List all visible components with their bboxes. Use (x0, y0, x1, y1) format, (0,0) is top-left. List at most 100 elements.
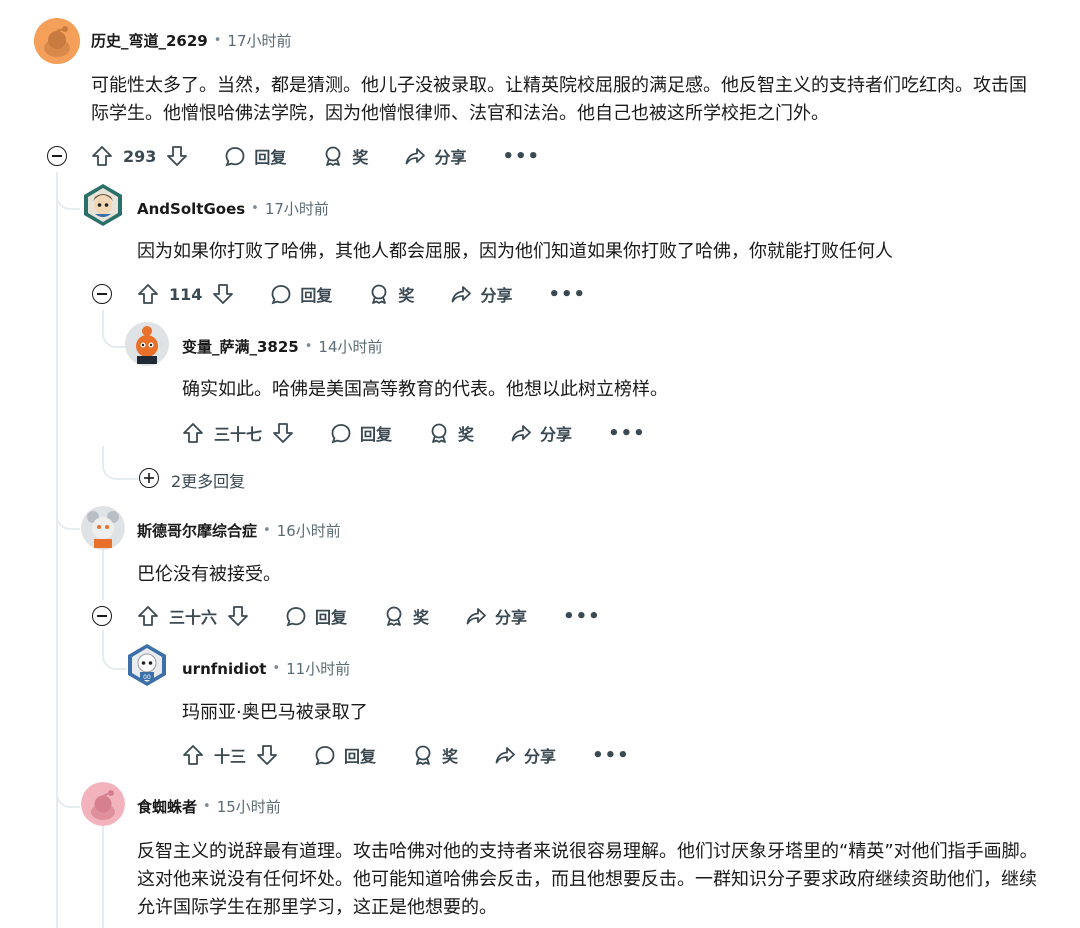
separator-dot: • (272, 661, 281, 676)
avatar[interactable] (81, 506, 125, 550)
username[interactable]: 变量_萨满_3825 (182, 336, 299, 357)
vote-count: 三十七 (214, 425, 263, 444)
timestamp: 16小时前 (276, 522, 341, 540)
vote-count: 十三 (214, 747, 247, 766)
downvote-icon[interactable] (166, 145, 188, 167)
collapse-toggle[interactable] (47, 146, 67, 166)
share-icon (452, 286, 472, 303)
avatar[interactable] (125, 322, 169, 366)
share-icon (466, 608, 486, 625)
separator-dot: • (304, 339, 313, 354)
upvote-icon[interactable] (137, 283, 159, 305)
more-options-button[interactable]: ••• (608, 423, 646, 444)
more-options-button[interactable]: ••• (548, 284, 586, 305)
timestamp: 11小时前 (286, 660, 351, 678)
share-button[interactable]: 分享 (494, 743, 556, 767)
username[interactable]: 历史_弯道_2629 (91, 30, 208, 51)
vote-group: 十三 (182, 743, 278, 767)
upvote-icon[interactable] (137, 605, 159, 627)
award-button[interactable]: 奖 (322, 144, 368, 168)
vote-group: 114 (137, 283, 234, 305)
reply-button[interactable]: 回复 (285, 604, 347, 628)
more-options-button[interactable]: ••• (592, 745, 630, 766)
comment-actions: 114 回复 奖 分享 ••• (137, 280, 586, 308)
reply-button[interactable]: 回复 (330, 421, 392, 445)
comment-actions: 十三 回复 奖 分享 ••• (182, 741, 630, 769)
share-icon (406, 148, 426, 165)
comment-meta: 历史_弯道_2629 • 17小时前 (91, 30, 292, 51)
comment-actions: 293 回复 奖 分享 ••• (91, 142, 540, 170)
comment-meta: urnfnidiot • 11小时前 (182, 658, 350, 679)
collapse-toggle[interactable] (92, 606, 112, 626)
comment-body: 确实如此。哈佛是美国高等教育的代表。他想以此树立榜样。 (182, 379, 668, 400)
upvote-icon[interactable] (91, 145, 113, 167)
thread-line-level2 (102, 550, 104, 600)
username[interactable]: 食蜘蛛者 (137, 796, 197, 817)
award-icon (431, 423, 447, 443)
timestamp: 14小时前 (318, 338, 383, 356)
award-icon (386, 606, 402, 626)
share-icon (495, 747, 515, 764)
downvote-icon[interactable] (256, 744, 278, 766)
more-replies-link[interactable]: 2更多回复 (171, 468, 245, 492)
thread-connector (102, 446, 138, 480)
vote-count: 293 (123, 146, 157, 166)
comment-meta: 斯德哥尔摩综合症 • 16小时前 (137, 520, 341, 541)
vote-group: 三十七 (182, 421, 294, 445)
comment-meta: AndSoltGoes • 17小时前 (137, 198, 329, 219)
collapse-toggle[interactable] (92, 284, 112, 304)
more-options-button[interactable]: ••• (563, 606, 601, 627)
comment-meta: 食蜘蛛者 • 15小时前 (137, 796, 281, 817)
award-button[interactable]: 奖 (368, 282, 414, 306)
username[interactable]: urnfnidiot (182, 660, 266, 678)
reply-button[interactable]: 回复 (270, 282, 332, 306)
svg-text:00: 00 (143, 674, 151, 681)
comment-body: 因为如果你打败了哈佛，其他人都会屈服，因为他们知道如果你打败了哈佛，你就能打败任… (137, 241, 893, 262)
timestamp: 17小时前 (227, 32, 292, 50)
award-button[interactable]: 奖 (383, 604, 429, 628)
share-button[interactable]: 分享 (510, 421, 572, 445)
thread-line-level2 (102, 824, 104, 928)
vote-count: 114 (169, 284, 203, 304)
award-icon (372, 284, 387, 304)
upvote-icon[interactable] (182, 422, 204, 444)
avatar[interactable]: 00 (125, 643, 169, 687)
comment-body: 反智主义的说辞最有道理。攻击哈佛对他的支持者来说很容易理解。他们讨厌象牙塔里的“… (137, 841, 1038, 918)
vote-group: 293 (91, 145, 188, 167)
thread-connector (56, 770, 80, 808)
username[interactable]: 斯德哥尔摩综合症 (137, 520, 257, 541)
comment-bubble-icon (331, 424, 351, 444)
separator-dot: • (213, 33, 222, 48)
username[interactable]: AndSoltGoes (137, 200, 245, 218)
avatar[interactable] (81, 782, 125, 826)
reply-button[interactable]: 回复 (314, 743, 376, 767)
more-options-button[interactable]: ••• (502, 146, 540, 167)
upvote-icon[interactable] (182, 744, 204, 766)
award-button[interactable]: 奖 (412, 743, 458, 767)
comment-meta: 变量_萨满_3825 • 14小时前 (182, 336, 383, 357)
thread-connector (102, 312, 126, 348)
downvote-icon[interactable] (227, 605, 249, 627)
downvote-icon[interactable] (212, 283, 234, 305)
award-icon (326, 146, 341, 166)
separator-dot: • (251, 201, 259, 216)
separator-dot: • (263, 523, 271, 538)
share-button[interactable]: 分享 (465, 604, 527, 628)
expand-replies-icon[interactable] (139, 468, 159, 488)
share-button[interactable]: 分享 (450, 282, 512, 306)
reply-button[interactable]: 回复 (224, 144, 286, 168)
comment-body: 巴伦没有被接受。 (137, 564, 281, 585)
comment-bubble-icon (271, 285, 291, 305)
share-button[interactable]: 分享 (404, 144, 466, 168)
vote-group: 三十六 (137, 604, 249, 628)
timestamp: 17小时前 (264, 200, 329, 218)
downvote-icon[interactable] (272, 422, 294, 444)
timestamp: 15小时前 (216, 798, 281, 816)
award-button[interactable]: 奖 (428, 421, 474, 445)
avatar[interactable] (81, 183, 125, 227)
award-icon (415, 745, 431, 765)
avatar[interactable] (34, 18, 80, 64)
comment-bubble-icon (225, 147, 245, 167)
comment-bubble-icon (315, 746, 335, 766)
comment-actions: 三十六 回复 奖 分享 ••• (137, 602, 601, 630)
